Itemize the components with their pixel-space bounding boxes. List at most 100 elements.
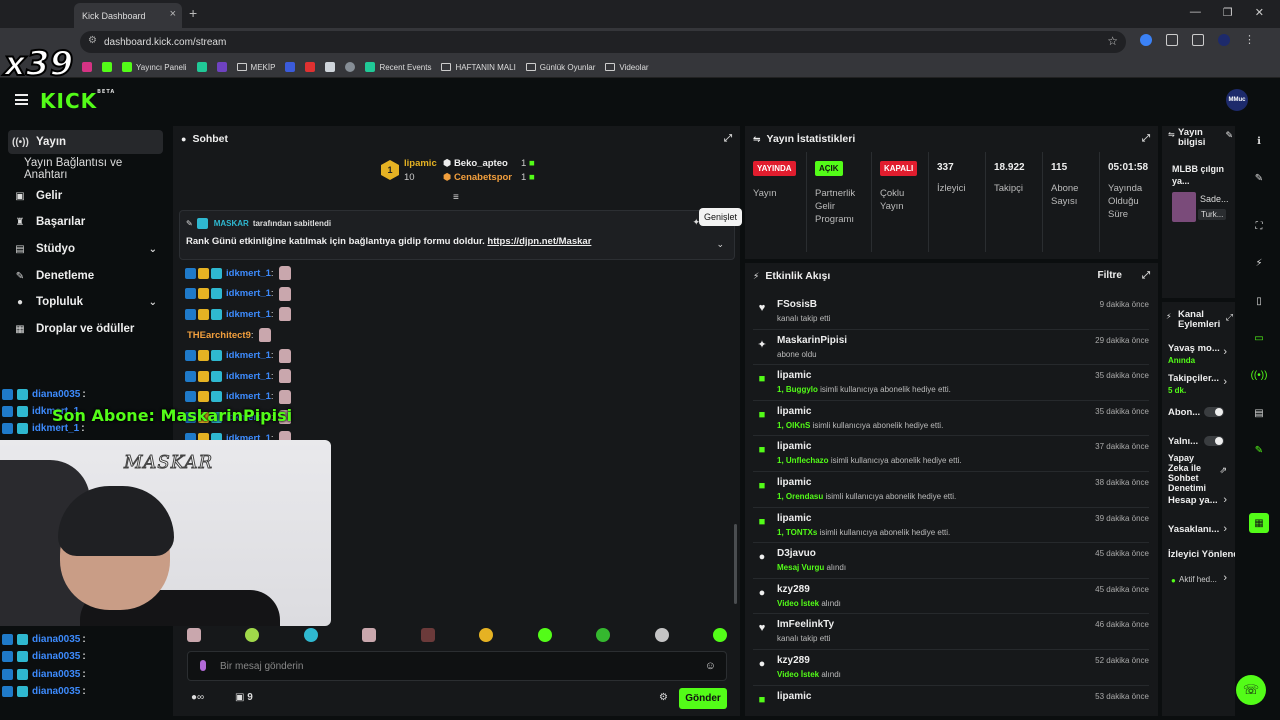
- chat-message[interactable]: idkmert_1:: [185, 284, 725, 305]
- emote-icon[interactable]: [654, 628, 669, 642]
- fullscreen-icon[interactable]: ⛶: [1249, 216, 1269, 236]
- monitor-icon[interactable]: ▤: [1249, 403, 1269, 423]
- emote-icon[interactable]: [362, 628, 377, 642]
- chat-message[interactable]: THEarchitect9:: [185, 325, 725, 346]
- event-user[interactable]: lipamic: [777, 513, 811, 524]
- kick-logo[interactable]: KICKBETA: [40, 89, 115, 113]
- edit-icon[interactable]: ✎: [1225, 130, 1233, 141]
- avatar[interactable]: MMuc: [1226, 89, 1248, 111]
- bookmark-icon[interactable]: [325, 62, 336, 72]
- bookmark-haftanin-mali[interactable]: HAFTANIN MALI: [441, 63, 516, 72]
- event-item[interactable]: ■ lipamic 1, Orendasu isimli kullanıcıya a…: [753, 472, 1149, 508]
- site-info-icon[interactable]: ⚙: [88, 35, 97, 46]
- collapse-icon[interactable]: ≡: [453, 192, 459, 203]
- clapperboard-icon[interactable]: ▦: [1249, 513, 1269, 533]
- close-tab-icon[interactable]: ×: [170, 8, 176, 20]
- pinned-link[interactable]: https://djpn.net/Maskar: [487, 236, 591, 247]
- sidebar-item-basarilar[interactable]: ♜ Başarılar: [8, 210, 163, 234]
- broadcast-icon[interactable]: ((•)): [1249, 365, 1269, 385]
- bookmark-icon[interactable]: [285, 62, 296, 72]
- bookmark-icon[interactable]: [345, 62, 356, 72]
- sidebar-item-topluluk[interactable]: ● Topluluk ⌄: [8, 290, 163, 314]
- puzzle-icon[interactable]: [1166, 34, 1178, 46]
- chat-username[interactable]: idkmert_1: [226, 288, 271, 299]
- new-tab-icon[interactable]: +: [189, 5, 197, 21]
- pencil-icon[interactable]: ✎: [1249, 168, 1269, 188]
- event-user[interactable]: lipamic: [777, 691, 811, 702]
- bookmark-recent-events[interactable]: Recent Events: [365, 62, 431, 72]
- youtube-icon[interactable]: [305, 62, 316, 72]
- account-label[interactable]: Hesap ya...: [1168, 496, 1218, 506]
- slow-mode-label[interactable]: Yavaş mo...: [1168, 344, 1220, 354]
- sidebar-item-stream-key[interactable]: Yayın Bağlantısı ve Anahtarı: [8, 157, 163, 181]
- ai-moderation-label[interactable]: Yapay Zeka ile Sohbet Denetimi: [1168, 453, 1216, 493]
- event-item[interactable]: ● kzy289 Video İstek alındı 45 dakika önce: [753, 579, 1149, 615]
- chat-username[interactable]: idkmert_1: [226, 309, 271, 320]
- followers-only-label[interactable]: Takipçiler...: [1168, 374, 1219, 384]
- gifter-name[interactable]: ⬢ Cenabetspor: [443, 172, 512, 183]
- emote-icon[interactable]: [245, 628, 260, 642]
- sidebar-item-gelir[interactable]: ▣ Gelir: [8, 184, 163, 208]
- sidebar-item-droplar[interactable]: ▦ Droplar ve ödüller: [8, 317, 163, 341]
- instagram-icon[interactable]: [82, 62, 92, 72]
- chevron-right-icon[interactable]: ›: [1223, 494, 1227, 506]
- popout-icon[interactable]: ⤢: [1142, 270, 1150, 281]
- bookmark-icon[interactable]: [196, 62, 207, 72]
- sidepanel-icon[interactable]: [1192, 34, 1204, 46]
- bans-label[interactable]: Yasaklanı...: [1168, 525, 1219, 535]
- document-icon[interactable]: ▯: [1249, 291, 1269, 311]
- chat-username[interactable]: THEarchitect9: [187, 330, 251, 341]
- gifter-name[interactable]: lipamic: [404, 158, 437, 169]
- chat-message[interactable]: idkmert_1:: [185, 366, 725, 387]
- mic-icon[interactable]: [200, 660, 206, 671]
- chevron-down-icon[interactable]: ⌄: [716, 239, 724, 250]
- popout-icon[interactable]: ⤢: [1142, 133, 1150, 144]
- external-link-icon[interactable]: ⇗: [1219, 465, 1227, 476]
- event-user[interactable]: lipamic: [777, 370, 811, 381]
- event-user[interactable]: MaskarinPipisi: [777, 335, 847, 346]
- stat-partner[interactable]: AÇIK Partnerlik Gelir Programı: [807, 152, 872, 252]
- sidebar-item-studyo[interactable]: ▤ Stüdyo ⌄: [8, 237, 163, 261]
- event-user[interactable]: kzy289: [777, 584, 810, 595]
- chat-message[interactable]: idkmert_1:: [185, 304, 725, 325]
- close-window-icon[interactable]: ✕: [1255, 6, 1264, 19]
- chevron-right-icon[interactable]: ›: [1223, 523, 1227, 535]
- chevron-right-icon[interactable]: ›: [1223, 346, 1227, 358]
- minimize-icon[interactable]: —: [1190, 6, 1201, 19]
- event-item[interactable]: ● D3javuo Mesaj Vurgu alındı 45 dakika önce: [753, 543, 1149, 579]
- menu-dots-icon[interactable]: ⋮: [1244, 34, 1256, 46]
- info-icon[interactable]: ℹ: [1249, 131, 1269, 151]
- wrench-icon[interactable]: ✎: [1249, 440, 1269, 460]
- emoji-icon[interactable]: ☺: [705, 660, 716, 672]
- stat-multistream[interactable]: KAPALI Çoklu Yayın: [872, 152, 929, 252]
- event-user[interactable]: FSosisB: [777, 299, 817, 310]
- emote-icon[interactable]: [596, 628, 611, 642]
- url-input[interactable]: ⚙ dashboard.kick.com/stream ☆: [80, 31, 1126, 53]
- chat-input[interactable]: Bir mesaj gönderin ☺: [187, 651, 727, 681]
- browser-tab[interactable]: Kick Dashboard ×: [74, 3, 182, 28]
- event-user[interactable]: lipamic: [777, 477, 811, 488]
- popout-icon[interactable]: ⤢: [724, 133, 732, 144]
- event-user[interactable]: lipamic: [777, 406, 811, 417]
- menu-icon[interactable]: [15, 94, 28, 105]
- event-item[interactable]: ■ lipamic 53 dakika önce: [753, 686, 1149, 720]
- event-item[interactable]: ■ lipamic 1, OIKnS isimli kullanıcıya abon…: [753, 401, 1149, 437]
- kick-icon[interactable]: [102, 62, 112, 72]
- links-toggle[interactable]: [1204, 436, 1224, 446]
- bookmark-videolar[interactable]: Videolar: [605, 63, 649, 72]
- extension-icon[interactable]: [1140, 34, 1152, 46]
- event-user[interactable]: lipamic: [777, 441, 811, 452]
- chat-username[interactable]: idkmert_1: [226, 371, 271, 382]
- bookmark-mekip[interactable]: MEKİP: [236, 63, 275, 72]
- send-button[interactable]: Gönder: [679, 688, 727, 709]
- emote-icon[interactable]: [712, 628, 727, 642]
- chat-icon[interactable]: ▭: [1249, 328, 1269, 348]
- chat-message[interactable]: idkmert_1:: [185, 387, 725, 408]
- bookmark-icon[interactable]: [216, 62, 227, 72]
- bookmark-gunluk-oyunlar[interactable]: Günlük Oyunlar: [525, 63, 595, 72]
- chat-message[interactable]: idkmert_1:: [185, 263, 725, 284]
- chat-username[interactable]: idkmert_1: [226, 391, 271, 402]
- chat-username[interactable]: idkmert_1: [226, 350, 271, 361]
- event-item[interactable]: ■ lipamic 1, Unflechazo isimli kullanıcıya…: [753, 436, 1149, 472]
- points-count[interactable]: ▣ 9: [235, 692, 253, 703]
